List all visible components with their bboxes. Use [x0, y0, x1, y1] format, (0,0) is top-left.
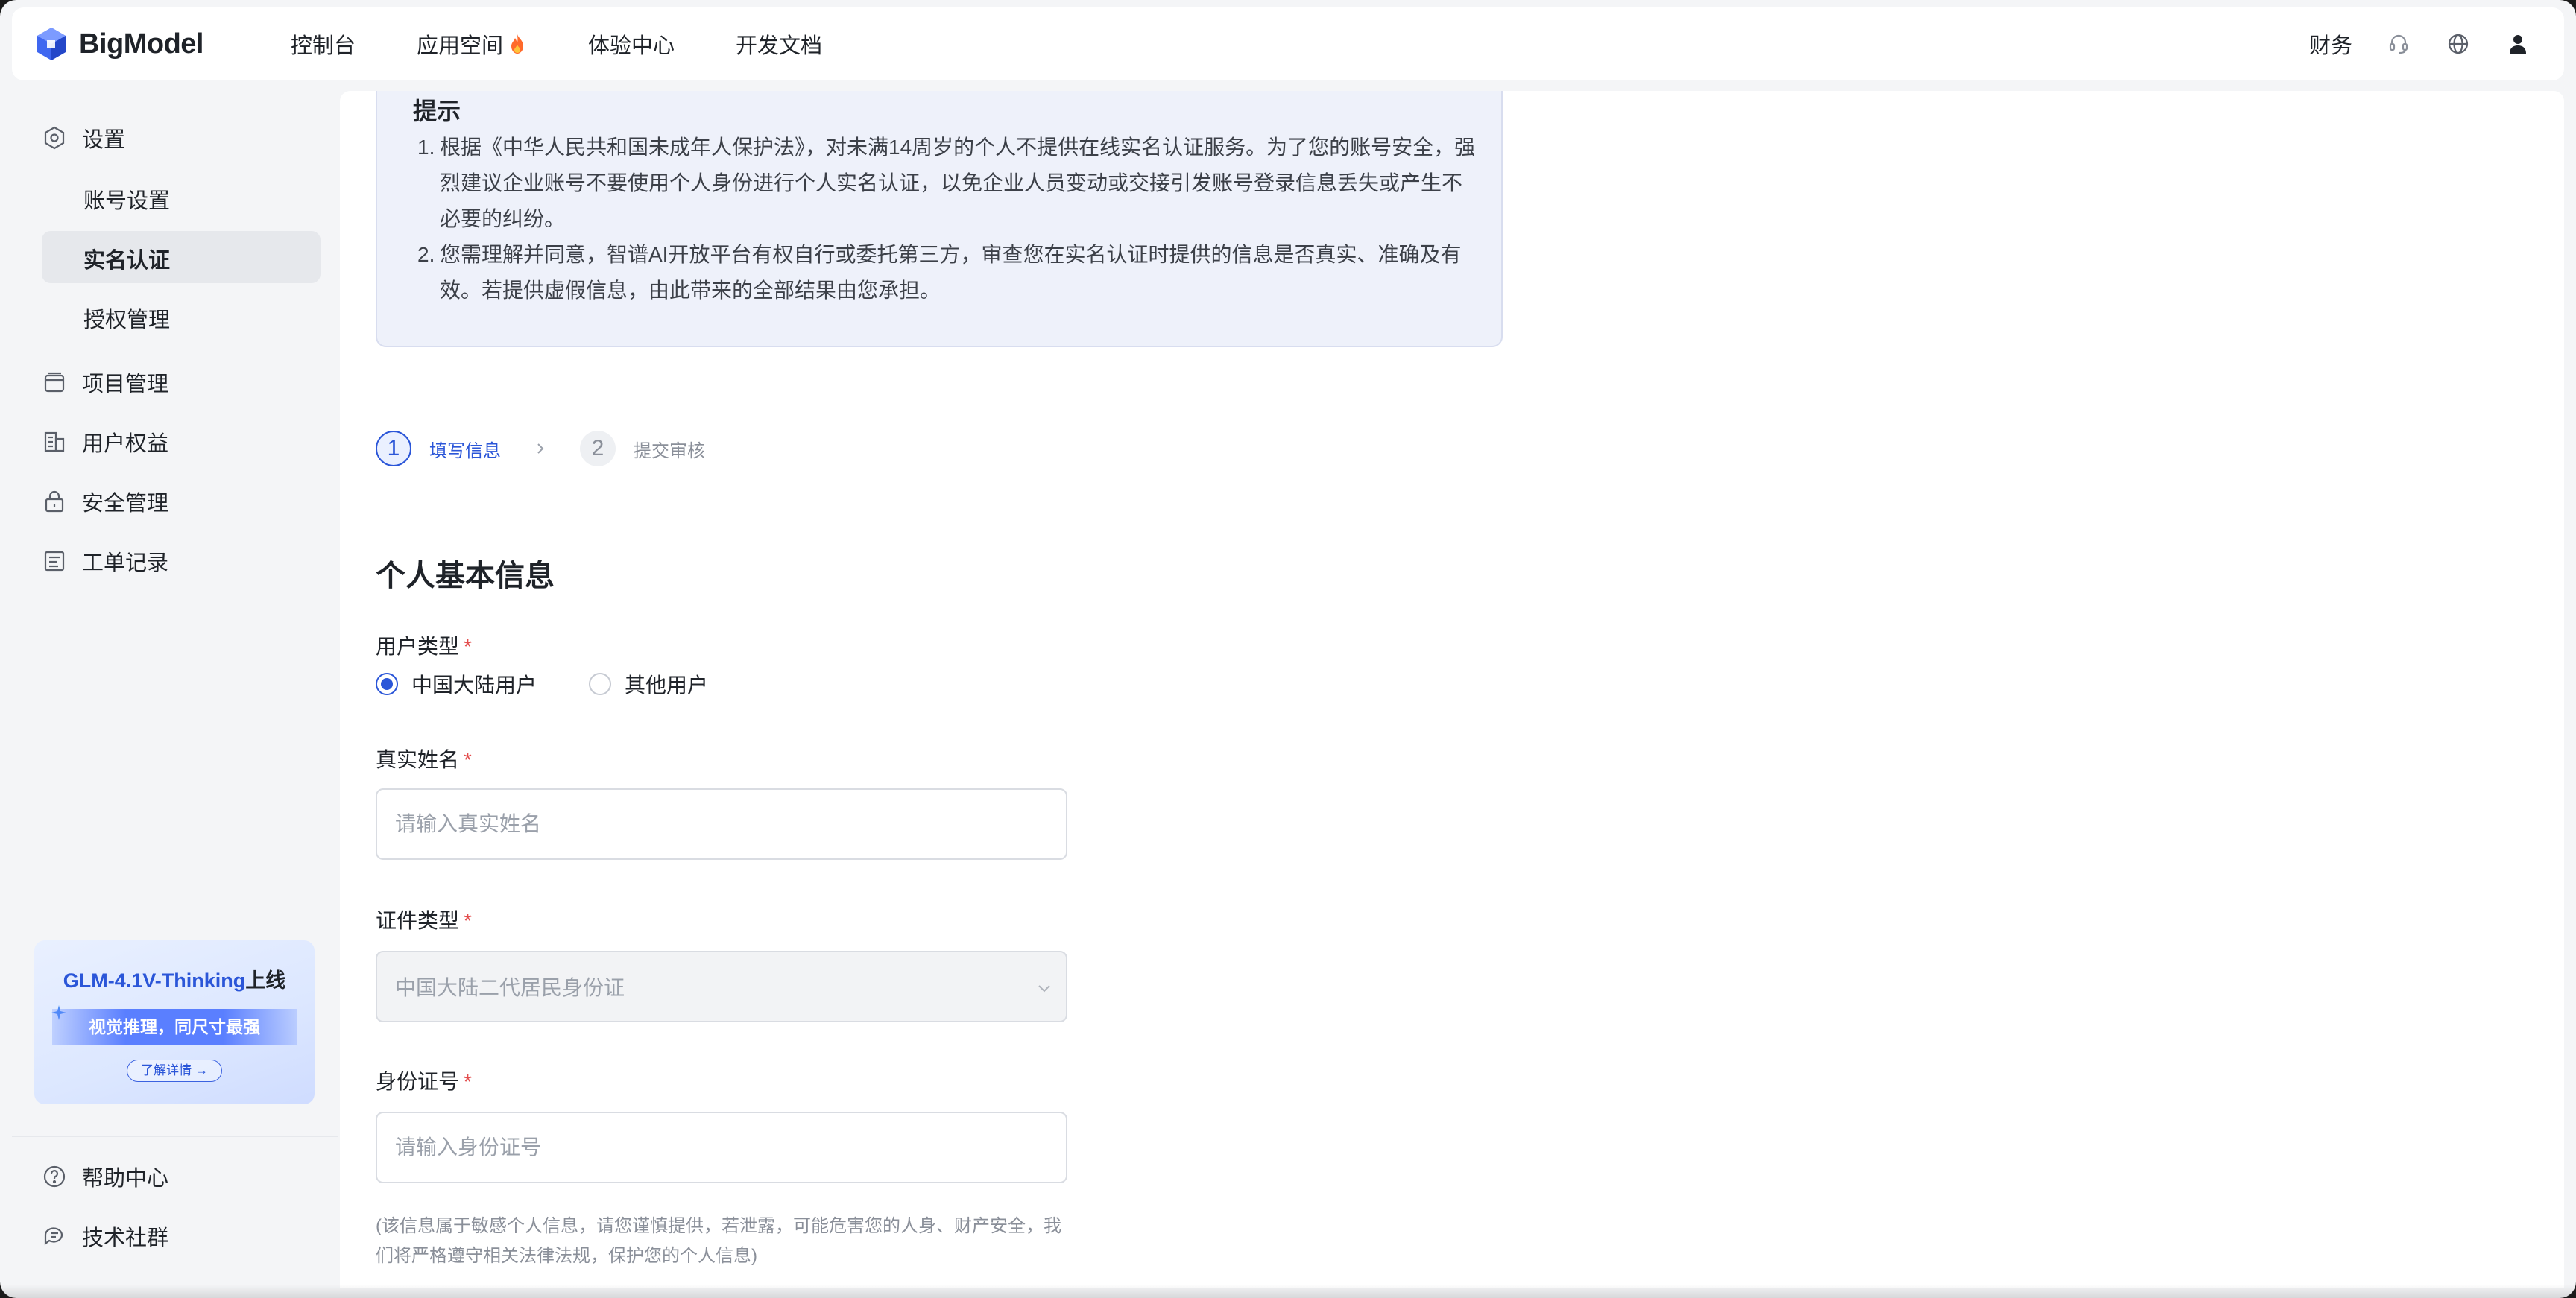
user-type-label-text: 用户类型 [376, 635, 460, 658]
required-mark: * [464, 635, 472, 658]
promo-suffix: 上线 [245, 969, 286, 992]
sidebar-help-label: 帮助中心 [82, 1167, 169, 1191]
notice-item: 2. 您需理解并同意，智谱AI开放平台有权自行或委托第三方，审查您在实名认证时提… [417, 237, 1476, 308]
sidebar-tickets-label: 工单记录 [82, 551, 169, 575]
notice-box: 提示 1. 根据《中华人民共和国未成年人保护法》，对未满14周岁的个人不提供在线… [376, 91, 1503, 347]
building-icon [40, 428, 69, 456]
settings-hex-icon [40, 124, 69, 152]
required-mark: * [464, 1070, 472, 1093]
notice-item-text: 您需理解并同意，智谱AI开放平台有权自行或委托第三方，审查您在实名认证时提供的信… [440, 243, 1462, 302]
steps-indicator: 1 填写信息 2 提交审核 [376, 431, 705, 466]
nav-experience-label: 体验中心 [588, 34, 675, 58]
radio-mainland-user[interactable] [376, 673, 398, 695]
finance-link[interactable]: 财务 [2309, 28, 2352, 60]
promo-model-name: GLM-4.1V-Thinking [63, 969, 246, 992]
sidebar-item-community[interactable]: 技术社群 [40, 1221, 168, 1252]
nav-dev-docs[interactable]: 开发文档 [736, 28, 822, 60]
id-type-label-text: 证件类型 [376, 909, 460, 932]
sidebar-divider [12, 1136, 338, 1137]
step-1-circle: 1 [376, 431, 411, 466]
step-2-label: 提交审核 [634, 440, 705, 461]
chat-bubble-icon [40, 1222, 69, 1250]
help-circle-icon [40, 1162, 69, 1191]
promo-learn-more-button[interactable]: 了解详情 → [127, 1060, 222, 1082]
main-content: 提示 1. 根据《中华人民共和国未成年人保护法》，对未满14周岁的个人不提供在线… [340, 91, 2564, 1288]
chevron-down-icon [1038, 985, 1050, 993]
step-2-circle: 2 [580, 431, 616, 466]
brand-logo[interactable]: BigModel [33, 25, 203, 63]
user-type-label: 用户类型 * [376, 630, 472, 660]
promo-title: GLM-4.1V-Thinking上线 [34, 964, 315, 993]
sidebar-projects-label: 项目管理 [82, 373, 169, 396]
sidebar-community-label: 技术社群 [82, 1226, 169, 1250]
section-title: 个人基本信息 [376, 560, 555, 592]
sidebar-item-real-name[interactable]: 实名认证 [83, 243, 170, 274]
promo-banner[interactable]: GLM-4.1V-Thinking上线 视觉推理，同尺寸最强 了解详情 → [34, 940, 315, 1104]
sidebar-settings-label: 设置 [82, 128, 126, 152]
sidebar-security-label: 安全管理 [82, 492, 169, 516]
radio-mainland-user-label[interactable]: 中国大陆用户 [411, 669, 537, 699]
id-type-value: 中国大陆二代居民身份证 [395, 976, 625, 999]
nav-experience-center[interactable]: 体验中心 [588, 28, 675, 60]
required-mark: * [464, 748, 472, 771]
promo-tagline: 视觉推理，同尺寸最强 [52, 1009, 297, 1045]
radio-dot [381, 678, 393, 690]
id-number-label: 身份证号 * [376, 1066, 472, 1095]
fire-icon [511, 34, 524, 54]
notice-list: 1. 根据《中华人民共和国未成年人保护法》，对未满14周岁的个人不提供在线实名认… [417, 130, 1476, 308]
sidebar-item-user-benefits[interactable]: 用户权益 [40, 426, 168, 458]
sidebar-user-benefits-label: 用户权益 [82, 432, 169, 456]
app-window: BigModel 控制台 应用空间 体验中心 开发文档 财务 设置 账号设置 实… [0, 0, 2576, 1298]
brand-name: BigModel [79, 28, 203, 60]
chevron-right-icon [537, 443, 544, 454]
sensitive-info-hint: (该信息属于敏感个人信息，请您谨慎提供，若泄露，可能危害您的人身、财产安全，我们… [376, 1216, 1061, 1266]
radio-other-user[interactable] [589, 673, 612, 695]
nav-console[interactable]: 控制台 [291, 28, 356, 60]
main-nav: 控制台 应用空间 体验中心 开发文档 [291, 7, 883, 80]
bigmodel-logo-icon [37, 28, 66, 60]
id-type-label: 证件类型 * [376, 905, 472, 934]
id-number-input[interactable] [376, 1112, 1067, 1183]
user-type-radio-group: 中国大陆用户 其他用户 [376, 669, 760, 699]
bottom-edge-shadow [0, 1285, 2576, 1298]
support-headset-icon[interactable] [2385, 31, 2412, 57]
id-type-select[interactable]: 中国大陆二代居民身份证 [376, 951, 1067, 1022]
project-folder-icon [40, 368, 69, 396]
notice-item-number: 1. [417, 136, 435, 159]
step-1-label: 填写信息 [429, 440, 501, 461]
user-avatar-icon[interactable] [2504, 31, 2531, 57]
sidebar-item-authorization[interactable]: 授权管理 [83, 303, 170, 334]
nav-app-space-label: 应用空间 [417, 34, 504, 58]
sidebar: 设置 账号设置 实名认证 授权管理 项目管理 用户权益 安全管理 工单记录 GL… [12, 91, 338, 1288]
sidebar-item-settings[interactable]: 设置 [40, 122, 125, 153]
lock-icon [40, 487, 69, 516]
sidebar-item-help-center[interactable]: 帮助中心 [40, 1161, 168, 1192]
header-actions: 财务 [2309, 7, 2564, 80]
nav-dev-docs-label: 开发文档 [736, 34, 823, 58]
required-mark: * [464, 909, 472, 932]
real-name-input[interactable] [376, 788, 1067, 860]
sidebar-item-projects[interactable]: 项目管理 [40, 367, 168, 398]
real-name-label-text: 真实姓名 [376, 748, 460, 771]
notice-item-text: 根据《中华人民共和国未成年人保护法》，对未满14周岁的个人不提供在线实名认证服务… [440, 136, 1476, 230]
sidebar-item-account-settings[interactable]: 账号设置 [83, 183, 170, 215]
nav-app-space[interactable]: 应用空间 [417, 28, 527, 60]
sidebar-item-tickets[interactable]: 工单记录 [40, 545, 168, 577]
globe-icon[interactable] [2445, 31, 2472, 57]
id-number-label-text: 身份证号 [376, 1070, 460, 1093]
real-name-label: 真实姓名 * [376, 744, 472, 773]
radio-other-user-label[interactable]: 其他用户 [625, 669, 708, 699]
nav-console-label: 控制台 [291, 34, 356, 58]
ticket-list-icon [40, 547, 69, 575]
notice-item: 1. 根据《中华人民共和国未成年人保护法》，对未满14周岁的个人不提供在线实名认… [417, 130, 1476, 237]
notice-title: 提示 [413, 98, 461, 124]
sidebar-item-security[interactable]: 安全管理 [40, 486, 168, 517]
notice-item-number: 2. [417, 243, 435, 266]
top-header: BigModel 控制台 应用空间 体验中心 开发文档 财务 [12, 7, 2564, 80]
